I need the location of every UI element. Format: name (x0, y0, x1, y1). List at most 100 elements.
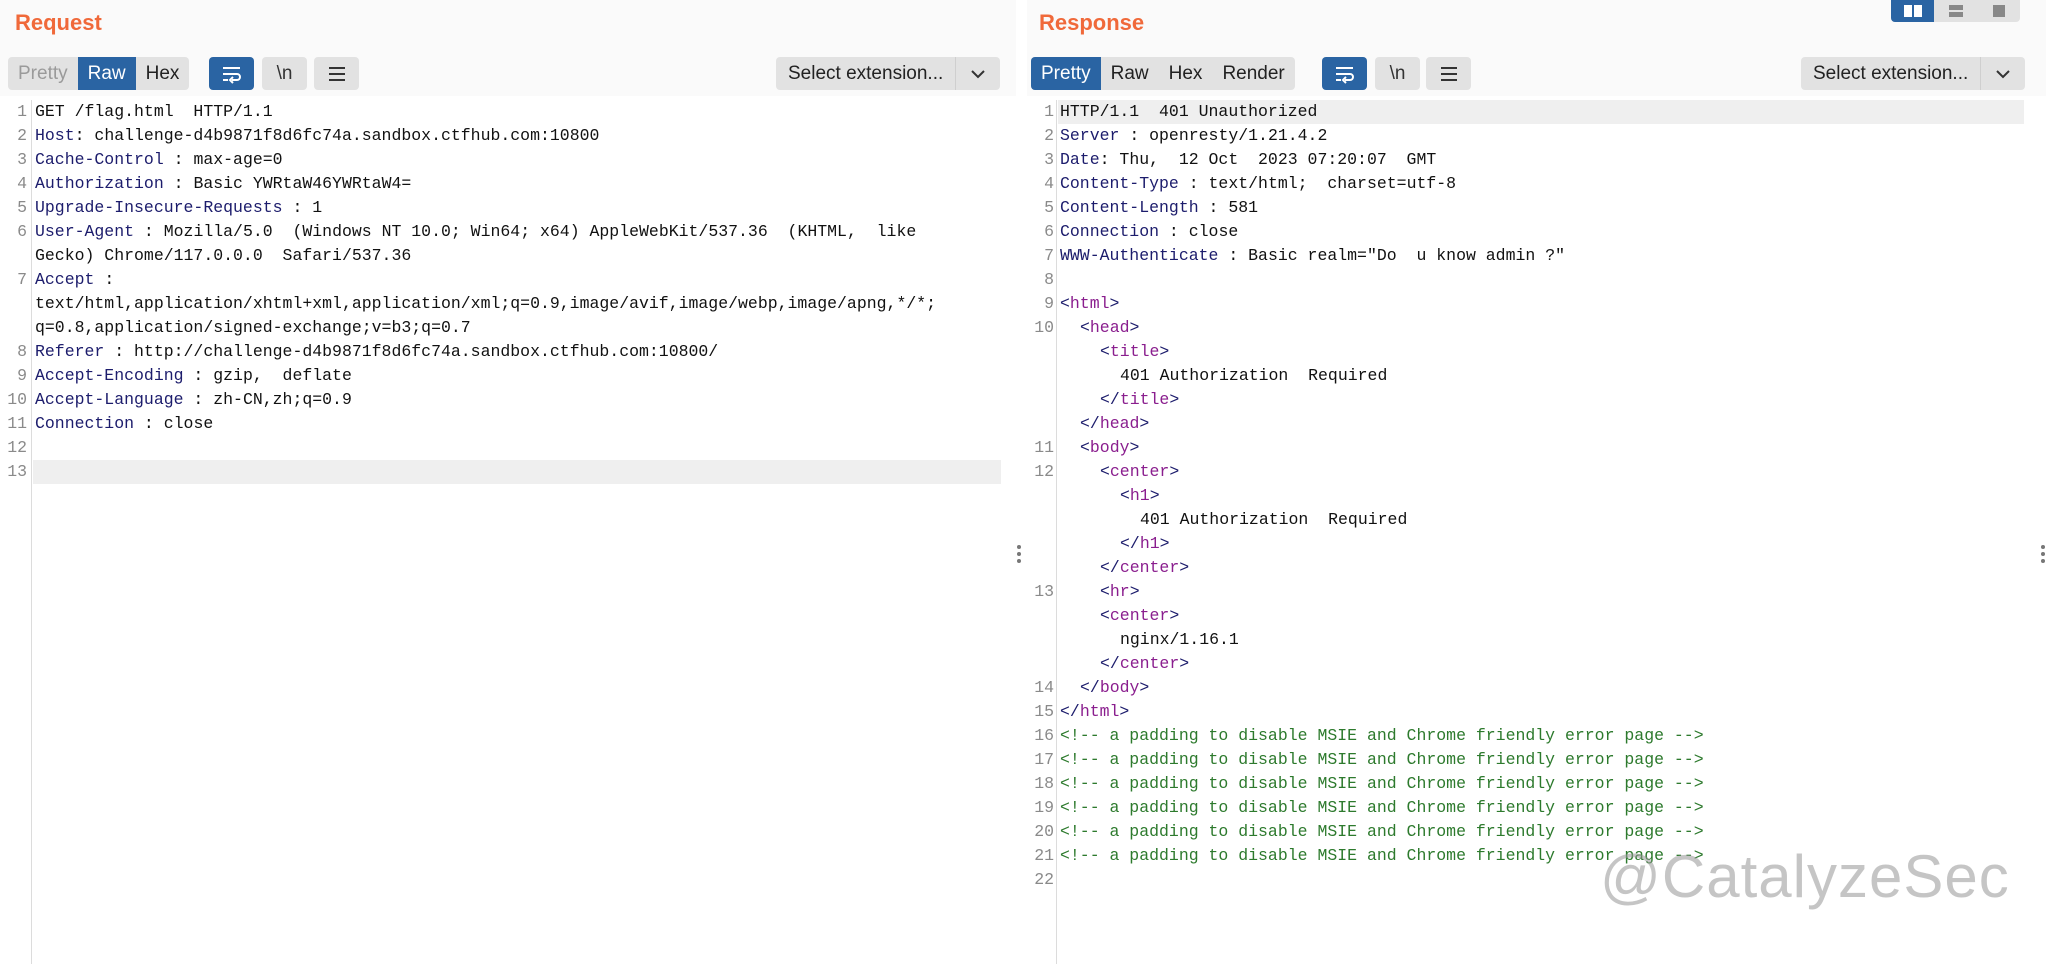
line-number: 3 (17, 150, 27, 169)
line-number: 5 (1044, 198, 1054, 217)
line-number: 16 (1034, 726, 1054, 745)
split-drag-handle[interactable] (1017, 545, 1021, 563)
tab-pretty[interactable]: Pretty (1031, 57, 1101, 90)
response-title: Response (1039, 10, 1145, 35)
layout-stacked-button[interactable] (1934, 0, 1977, 22)
line-text: 401 Authorization Required (1120, 364, 1387, 388)
wrap-icon (1335, 66, 1354, 84)
tag-bracket: < (1120, 486, 1130, 505)
single-pane-icon (1992, 5, 2005, 17)
wrap-icon (222, 66, 241, 84)
code-line: 401 Authorization Required (1027, 364, 2046, 388)
code-line: </head> (1027, 412, 2046, 436)
tag-bracket: < (1100, 342, 1110, 361)
line-text: <head> (1080, 316, 1139, 340)
tag-bracket: < (1060, 294, 1070, 313)
header-name: Content-Length (1060, 198, 1199, 217)
tag-bracket: </ (1080, 414, 1100, 433)
tag-bracket: > (1129, 318, 1140, 337)
text: : gzip, deflate (183, 366, 352, 385)
response-editor[interactable]: 1 HTTP/1.1 401 Unauthorized 2 Server : open… (1027, 100, 2046, 964)
code-line: 21 <!-- a padding to disable MSIE and Chr… (1027, 844, 2046, 868)
line-text: <!-- a padding to disable MSIE and Chrom… (1060, 748, 1704, 772)
newline-icon: \n (276, 62, 293, 84)
line-text: Connection : close (35, 412, 213, 436)
line-text: Connection : close (1060, 220, 1238, 244)
code-line: 1 HTTP/1.1 401 Unauthorized (1027, 100, 2046, 124)
line-number: 11 (1034, 438, 1054, 457)
newline-icon: \n (1389, 62, 1406, 84)
line-number: 11 (7, 414, 27, 433)
line-text: <hr> (1100, 580, 1140, 604)
tag-bracket: > (1139, 678, 1150, 697)
text: : Thu, 12 Oct 2023 07:20:07 GMT (1099, 150, 1437, 169)
comment: <!-- a padding to disable MSIE and Chrom… (1060, 726, 1704, 745)
show-newlines-button[interactable]: \n (262, 57, 307, 90)
request-select-extension[interactable]: Select extension... (776, 57, 1001, 90)
menu-button[interactable] (314, 57, 359, 90)
line-text: </head> (1080, 412, 1149, 436)
hamburger-icon (1440, 66, 1457, 81)
right-drag-handle[interactable] (2041, 545, 2045, 563)
tab-raw[interactable]: Raw (77, 57, 136, 90)
code-line: 11 Connection : close (0, 412, 1016, 436)
line-text: WWW-Authenticate : Basic realm="Do u kno… (1060, 244, 1565, 268)
tag-bracket: > (1169, 462, 1180, 481)
tab-pretty[interactable]: Pretty (8, 57, 78, 90)
word-wrap-button[interactable] (209, 57, 254, 90)
line-text: <!-- a padding to disable MSIE and Chrom… (1060, 724, 1704, 748)
line-text: GET /flag.html HTTP/1.1 (35, 100, 273, 124)
header-name: Date (1060, 150, 1100, 169)
request-editor[interactable]: 1 GET /flag.html HTTP/1.1 2 Host: challenge… (0, 100, 1016, 964)
code-line: nginx/1.16.1 (1027, 628, 2046, 652)
line-text: <!-- a padding to disable MSIE and Chrom… (1060, 772, 1704, 796)
line-number: 4 (17, 174, 27, 193)
request-view-tabs: Pretty Raw Hex (8, 57, 190, 90)
tab-hex[interactable]: Hex (136, 57, 190, 90)
response-select-extension[interactable]: Select extension... (1801, 57, 2026, 90)
line-number: 6 (1044, 222, 1054, 241)
tab-render[interactable]: Render (1212, 57, 1294, 90)
line-number: 7 (17, 270, 27, 289)
layout-tabs-button[interactable] (1977, 0, 2020, 22)
show-newlines-button[interactable]: \n (1375, 57, 1420, 90)
line-number: 13 (1034, 582, 1054, 601)
line-text: <title> (1100, 340, 1169, 364)
tag-name: hr (1109, 582, 1130, 601)
code-line: 7 WWW-Authenticate : Basic realm="Do u kn… (1027, 244, 2046, 268)
tag-bracket: </ (1080, 678, 1100, 697)
layout-toggle (1891, 0, 2020, 22)
code-line: <title> (1027, 340, 2046, 364)
line-text: Content-Length : 581 (1060, 196, 1258, 220)
text: : zh-CN,zh;q=0.9 (183, 390, 352, 409)
header-name: Authorization (35, 174, 164, 193)
line-text: </html> (1060, 700, 1129, 724)
code-line: 14 </body> (1027, 676, 2046, 700)
line-text: Accept-Language : zh-CN,zh;q=0.9 (35, 388, 352, 412)
line-number: 9 (1044, 294, 1054, 313)
layout-side-by-side-button[interactable] (1891, 0, 1934, 22)
line-number: 22 (1034, 870, 1054, 889)
word-wrap-button[interactable] (1322, 57, 1367, 90)
hamburger-icon (328, 66, 345, 81)
tag-bracket: < (1080, 318, 1090, 337)
line-number: 18 (1034, 774, 1054, 793)
code-line: 20 <!-- a padding to disable MSIE and Chr… (1027, 820, 2046, 844)
code-line: 22 (1027, 868, 2046, 892)
line-text: <center> (1100, 604, 1179, 628)
code-line: </center> (1027, 652, 2046, 676)
line-text: <center> (1100, 460, 1179, 484)
header-name: Host (35, 126, 75, 145)
code-line: 13 (0, 460, 1016, 484)
tag-name: title (1119, 390, 1170, 409)
tag-name: center (1119, 654, 1180, 673)
code-line: 8 (1027, 268, 2046, 292)
tab-raw[interactable]: Raw (1101, 57, 1159, 90)
line-text: <!-- a padding to disable MSIE and Chrom… (1060, 820, 1704, 844)
line-text: User-Agent : Mozilla/5.0 (Windows NT 10.… (35, 220, 916, 244)
line-text: Server : openresty/1.21.4.2 (1060, 124, 1327, 148)
tab-hex[interactable]: Hex (1159, 57, 1213, 90)
menu-button[interactable] (1426, 57, 1471, 90)
code-line: 2 Host: challenge-d4b9871f8d6fc74a.sandbo… (0, 124, 1016, 148)
code-line: <center> (1027, 604, 2046, 628)
